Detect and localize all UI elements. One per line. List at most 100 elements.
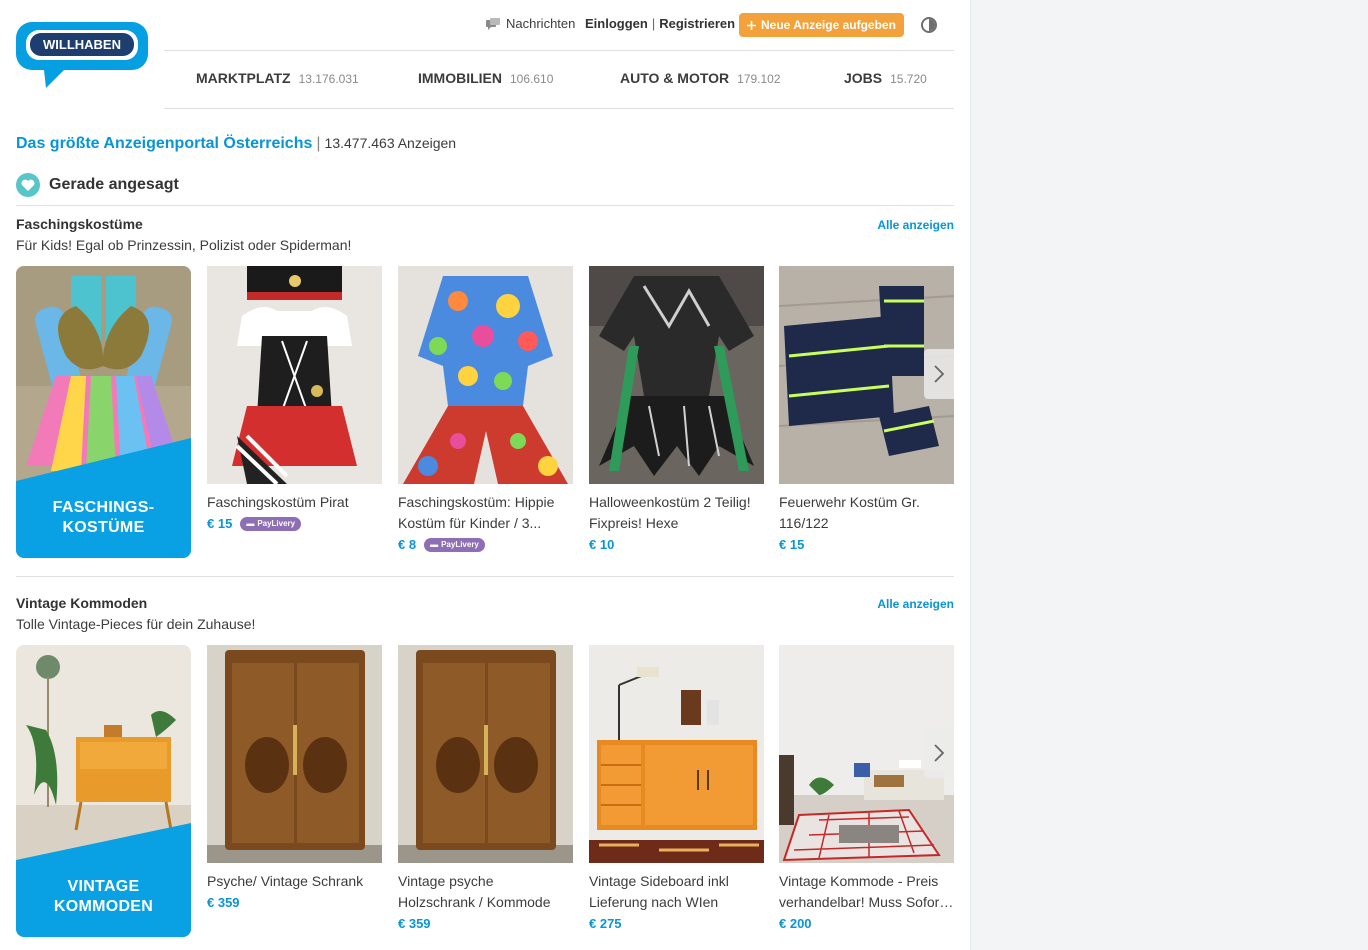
logo-text: WILLHABEN [43,37,121,52]
listing-price: € 359 [207,895,240,910]
messages-label: Nachrichten [506,16,576,31]
listing-price: € 359 [398,916,431,931]
listing-price-row: € 8 ▬ PayLivery [398,534,573,555]
promo-label: FASCHINGS- KOSTÜME [16,498,191,538]
listing-image[interactable] [589,645,764,863]
top-bar: Nachrichten Einloggen | Registrieren Neue … [164,0,954,50]
listing-card[interactable]: Halloweenkostüm 2 Teilig! Fixpreis! Hexe… [589,266,764,555]
listing-price-row: € 15 [779,534,954,555]
wallet-icon: ▬ [430,539,439,549]
carousel-next-button[interactable] [924,349,954,399]
listing-price: € 15 [207,516,233,531]
section-subtitle: Für Kids! Egal ob Prinzessin, Polizist o… [16,237,352,253]
register-link[interactable]: Registrieren [659,16,735,31]
listing-title[interactable]: Vintage Kommode - Preis verhandelbar! Mu… [779,871,954,913]
listing-card[interactable]: Vintage psyche Holzschrank / Kommode € 3… [398,645,573,934]
page-headline: Das größte Anzeigenportal Österreichs | 13… [16,135,456,153]
section-title: Vintage Kommoden [16,595,148,611]
listing-image[interactable] [398,645,573,863]
section-title: Faschingskostüme [16,216,143,232]
listing-card[interactable]: Vintage Sideboard inkl Lieferung nach WI… [589,645,764,934]
listing-price-row: € 200 [779,913,954,934]
listing-price: € 15 [779,537,805,552]
promo-tile-dressers[interactable]: VINTAGE KOMMODEN [16,645,191,937]
listing-title[interactable]: Feuerwehr Kostüm Gr. 116/122 [779,492,954,534]
listing-title[interactable]: Faschingskostüm: Hippie Kostüm für Kinde… [398,492,573,534]
listing-card[interactable]: Feuerwehr Kostüm Gr. 116/122 € 15 [779,266,954,555]
listing-card[interactable]: Faschingskostüm: Hippie Kostüm für Kinde… [398,266,573,555]
plus-icon [747,20,756,30]
nav-label: MARKTPLATZ [196,70,291,86]
listing-title[interactable]: Faschingskostüm Pirat [207,492,382,513]
listing-price: € 275 [589,916,622,931]
promo-line: FASCHINGS- [52,499,155,516]
listing-image[interactable] [398,266,573,484]
nav-label: IMMOBILIEN [418,70,502,86]
trending-title: Gerade angesagt [49,176,179,193]
listing-title[interactable]: Vintage psyche Holzschrank / Kommode [398,871,573,913]
section-subtitle: Tolle Vintage-Pieces für dein Zuhause! [16,616,256,632]
listing-image[interactable] [589,266,764,484]
nav-label: AUTO & MOTOR [620,70,730,86]
auth-links: Einloggen | Registrieren [585,16,735,31]
headline-separator: | [316,135,321,152]
promo-line: KOSTÜME [62,519,145,536]
nav-count: 179.102 [737,72,781,86]
listing-price-row: € 359 [207,892,382,913]
nav-label: JOBS [844,70,883,86]
ad-count: 13.477.463 Anzeigen [324,135,457,151]
badge-label: PayLivery [441,539,479,549]
nav-count: 13.176.031 [298,72,359,86]
vertical-nav: MARKTPLATZ 13.176.031 IMMOBILIEN 106.610 A… [164,50,954,109]
listing-card[interactable]: Vintage Kommode - Preis verhandelbar! Mu… [779,645,954,934]
empty-side-panel [970,0,1368,950]
badge-label: PayLivery [257,518,296,528]
paylivery-badge: ▬ PayLivery [424,537,485,552]
listing-title[interactable]: Vintage Sideboard inkl Lieferung nach WI… [589,871,764,913]
listing-price-row: € 15 ▬ PayLivery [207,513,382,534]
divider [16,205,954,206]
auth-separator: | [651,16,656,31]
listing-title[interactable]: Halloweenkostüm 2 Teilig! Fixpreis! Hexe [589,492,764,534]
wallet-icon: ▬ [246,518,255,528]
willhaben-logo[interactable]: WILLHABEN [16,22,148,90]
nav-immobilien[interactable]: IMMOBILIEN 106.610 [418,70,553,86]
new-ad-button[interactable]: Neue Anzeige aufgeben [739,13,904,37]
listing-price-row: € 359 [398,913,573,934]
nav-count: 106.610 [510,72,554,86]
listing-price: € 10 [589,537,615,552]
listing-card[interactable]: Psyche/ Vintage Schrank € 359 [207,645,382,913]
carousel-next-button[interactable] [924,728,954,778]
show-all-link[interactable]: Alle anzeigen [877,597,954,611]
promo-line: KOMMODEN [53,898,154,915]
chevron-right-icon [934,744,944,762]
promo-label: VINTAGE KOMMODEN [16,877,191,917]
paylivery-badge: ▬ PayLivery [240,516,302,531]
nav-marktplatz[interactable]: MARKTPLATZ 13.176.031 [196,70,359,86]
contrast-toggle-icon[interactable] [921,17,937,33]
page: WILLHABEN Nachrichten Einloggen | Registri… [16,0,954,950]
promo-line: VINTAGE [67,878,140,895]
promo-tile-costumes[interactable]: FASCHINGS- KOSTÜME [16,266,191,558]
divider [16,576,954,577]
listing-image[interactable] [207,266,382,484]
listing-price: € 8 [398,537,417,552]
listing-price: € 200 [779,916,812,931]
nav-jobs[interactable]: JOBS 15.720 [844,70,927,86]
page-title: Das größte Anzeigenportal Österreichs [16,135,313,152]
nav-count: 15.720 [890,72,927,86]
show-all-link[interactable]: Alle anzeigen [877,218,954,232]
login-link[interactable]: Einloggen [585,16,648,31]
listing-title[interactable]: Psyche/ Vintage Schrank [207,871,382,892]
trending-heading: Gerade angesagt [16,173,179,197]
listing-image[interactable] [207,645,382,863]
messages-link[interactable]: Nachrichten [486,16,575,31]
messages-icon [486,17,500,30]
heart-icon [16,173,40,197]
listing-card[interactable]: Faschingskostüm Pirat € 15 ▬ PayLivery [207,266,382,534]
new-ad-label: Neue Anzeige aufgeben [761,18,896,32]
listing-price-row: € 10 [589,534,764,555]
nav-auto-motor[interactable]: AUTO & MOTOR 179.102 [620,70,781,86]
chevron-right-icon [934,365,944,383]
listing-price-row: € 275 [589,913,764,934]
